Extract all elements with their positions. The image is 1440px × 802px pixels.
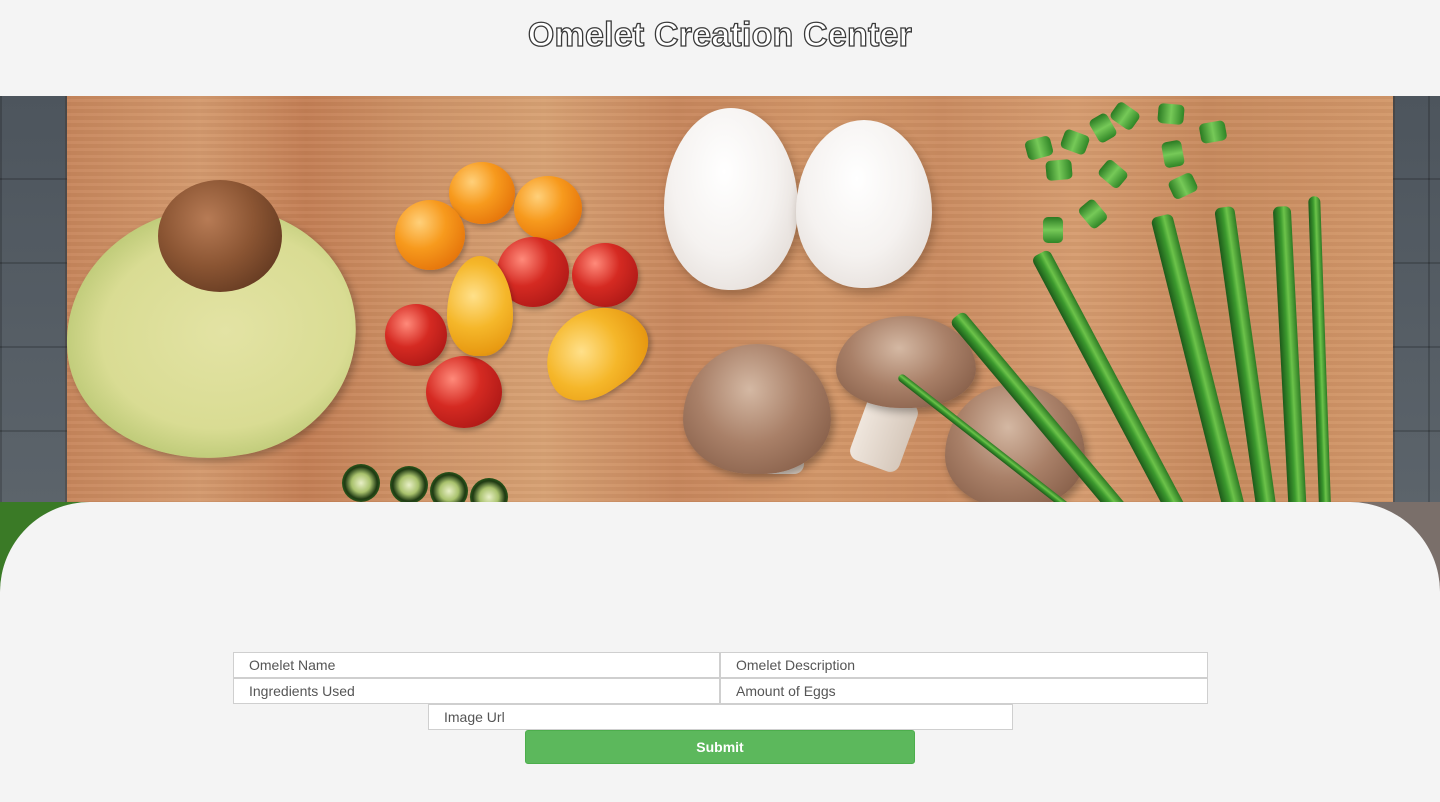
cherry-tomato	[572, 243, 638, 307]
cherry-tomato	[514, 176, 582, 240]
amount-of-eggs-input[interactable]	[720, 678, 1208, 704]
jalapeno-slice	[390, 466, 428, 504]
image-url-input[interactable]	[428, 704, 1013, 730]
page: Omelet Creation Center Omelet Name Omele…	[0, 0, 1440, 802]
scallion-piece	[1043, 217, 1063, 243]
submit-button[interactable]: Submit	[525, 730, 915, 764]
cherry-tomato	[385, 304, 447, 366]
page-header: Omelet Creation Center	[0, 0, 1440, 96]
cherry-tomato	[426, 356, 502, 428]
avocado-pit	[158, 180, 282, 292]
ingredients-used-input[interactable]	[233, 678, 720, 704]
scallion-piece	[1157, 102, 1185, 126]
omelet-name-input[interactable]	[233, 652, 720, 678]
page-title: Omelet Creation Center	[527, 15, 913, 54]
scallion-piece	[1160, 139, 1186, 169]
omelet-description-input[interactable]	[720, 652, 1208, 678]
jalapeno-slice	[342, 464, 380, 502]
scallion-piece	[1045, 158, 1073, 182]
cherry-tomato	[395, 200, 465, 270]
hero-food-image	[0, 96, 1440, 536]
